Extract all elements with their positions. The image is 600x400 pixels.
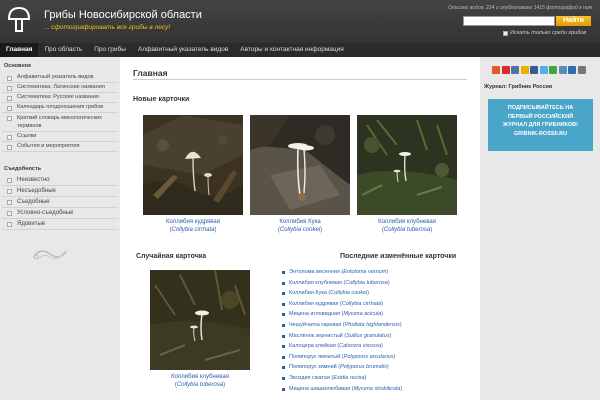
yandex-icon[interactable] — [501, 66, 510, 74]
search-only-mushrooms-checkbox[interactable] — [503, 30, 508, 36]
changed-cards-heading: Последние изменённые карточки — [340, 253, 457, 260]
sidebar-item-latin-taxonomy[interactable]: Систематика: Латинские названия — [2, 83, 118, 93]
list-item[interactable]: Мицена игловидная (Mycena acicula) — [280, 309, 475, 320]
bookmark-icon[interactable] — [568, 66, 576, 74]
mushroom-logo-icon[interactable] — [6, 5, 32, 35]
sidebar-item-edible[interactable]: Съедобные — [2, 197, 118, 208]
nav-authors-contacts[interactable]: Авторы и контактная информация — [234, 43, 350, 57]
nav-home[interactable]: Главная — [0, 43, 39, 57]
sidebar-main-list: Алфавитный указатель видов Систематика: … — [0, 73, 120, 152]
nav-species-index[interactable]: Алфавитный указатель видов — [132, 43, 234, 57]
card-latin[interactable]: Collybia cookei — [280, 227, 320, 233]
journal-promo-banner[interactable]: ПОДПИСЫВАЙТЕСЬ НА ПЕРВЫЙ РОССИЙСКИЙ ЖУРН… — [488, 99, 593, 151]
list-item[interactable]: Калоцера клейкая (Calocera viscosa) — [280, 341, 475, 352]
mushroom-photo-collybia-cirrhata[interactable] — [143, 115, 243, 215]
moi-mir-icon[interactable] — [558, 66, 567, 74]
card-latin[interactable]: Collybia tuberosa — [177, 382, 223, 388]
mushroom-photo-random[interactable] — [150, 270, 250, 370]
sidebar-item-inedible[interactable]: Несъедобные — [2, 186, 118, 197]
card-name[interactable]: Коллибия клубневая — [357, 218, 457, 226]
card-latin[interactable]: Collybia tuberosa — [384, 227, 430, 233]
card-name[interactable]: Коллибия клубневая — [150, 373, 250, 381]
sidebar-item-links[interactable]: Ссылки — [2, 132, 118, 142]
social-share-icons — [492, 66, 586, 74]
twitter-icon[interactable] — [539, 66, 548, 74]
search-only-mushrooms-label: Искать только среди грибов — [510, 30, 587, 36]
nav-about-region[interactable]: Про область — [38, 43, 88, 57]
list-item[interactable]: Мицена шишколюбивая (Mycena strobilicola… — [280, 384, 475, 395]
site-header: Грибы Новосибирской области ... сфотогра… — [0, 0, 600, 43]
card-name[interactable]: Коллибия Кука — [250, 218, 350, 226]
sidebar-edibility-heading: Съедобность — [4, 166, 42, 172]
search-input[interactable] — [463, 16, 555, 26]
search-button[interactable]: Найти — [556, 16, 591, 26]
left-sidebar: Основное Алфавитный указатель видов Сист… — [0, 57, 120, 400]
list-item[interactable]: Коллибия Кука (Collybia cookei) — [280, 288, 475, 299]
random-card[interactable]: Коллибия клубневая (Collybia tuberosa) — [150, 270, 250, 389]
vk-icon[interactable] — [511, 66, 519, 74]
list-item[interactable]: Коллибия клубневая (Collybia tuberosa) — [280, 278, 475, 289]
new-card-2[interactable]: Коллибия Кука (Collybia cookei) — [250, 115, 350, 234]
right-sidebar: Журнал: Грибник России ПОДПИСЫВАЙТЕСЬ НА… — [480, 57, 600, 400]
new-card-3[interactable]: Коллибия клубневая (Collybia tuberosa) — [357, 115, 457, 234]
mail-icon[interactable] — [549, 66, 557, 74]
site-subtitle: ... сфотографировать все грибы в лесу! — [44, 24, 171, 31]
divider — [133, 79, 467, 80]
sidebar-item-conditionally-edible[interactable]: Условно-съедобные — [2, 208, 118, 219]
changed-cards-list: Энтолома весенняя (Entoloma vernum) Колл… — [280, 267, 475, 394]
sidebar-item-species-index[interactable]: Алфавитный указатель видов — [2, 73, 118, 83]
mushroom-photo-collybia-tuberosa[interactable] — [357, 115, 457, 215]
mushroom-photo-collybia-cookei[interactable] — [250, 115, 350, 215]
sidebar-item-events[interactable]: События и мероприятия — [2, 142, 118, 152]
main-content: Главная Новые карточки Коллибия кудрявая… — [120, 57, 480, 400]
nav-about-mushrooms[interactable]: Про грибы — [88, 43, 132, 57]
list-item[interactable]: Энтолома весенняя (Entoloma vernum) — [280, 267, 475, 278]
sidebar-main-heading: Основное — [4, 63, 32, 69]
search-only-mushrooms-option[interactable]: Искать только среди грибов — [503, 30, 586, 36]
list-item[interactable]: Полипорус зимний (Polyporus brumalis) — [280, 362, 475, 373]
site-title[interactable]: Грибы Новосибирской области — [44, 9, 202, 21]
journal-label: Журнал: Грибник России — [484, 84, 553, 90]
list-item[interactable]: Полипорус ямчатый (Polyporus arcularius) — [280, 352, 475, 363]
sidebar-item-unknown[interactable]: Неизвестно — [2, 175, 118, 186]
random-card-heading: Случайная карточка — [136, 253, 207, 260]
ornament-icon — [33, 250, 67, 260]
sidebar-item-poisonous[interactable]: Ядовитые — [2, 219, 118, 230]
card-latin[interactable]: Collybia cirrhata — [171, 227, 214, 233]
new-cards-heading: Новые карточки — [133, 96, 190, 103]
list-item[interactable]: Маслёнок зернистый (Suillus granulatus) — [280, 331, 475, 342]
sidebar-item-glossary[interactable]: Краткий словарь микологических терминов — [2, 113, 118, 132]
main-nav: Главная Про область Про грибы Алфавитный… — [0, 43, 600, 57]
sidebar-edibility-list: Неизвестно Несъедобные Съедобные Условно… — [0, 175, 120, 230]
livejournal-icon[interactable] — [492, 66, 500, 74]
list-item[interactable]: Коллибия кудрявая (Collybia cirrhata) — [280, 299, 475, 310]
facebook-icon[interactable] — [530, 66, 538, 74]
page-title: Главная — [133, 68, 168, 78]
list-item[interactable]: Эксидия сжатая (Exidia recisa) — [280, 373, 475, 384]
new-card-1[interactable]: Коллибия кудрявая (Collybia cirrhata) — [143, 115, 243, 234]
list-item[interactable]: Чешуйчатка гаревая (Pholiota highlandens… — [280, 320, 475, 331]
card-name[interactable]: Коллибия кудрявая — [143, 218, 243, 226]
sidebar-item-russian-taxonomy[interactable]: Систематика: Русские названия — [2, 93, 118, 103]
site-stats: Описано видов: 224 и опубликовано 1415 ф… — [448, 5, 592, 11]
odnoklassniki-icon[interactable] — [520, 66, 529, 74]
print-icon[interactable] — [577, 66, 586, 74]
sidebar-item-calendar[interactable]: Календарь плодоношения грибов — [2, 103, 118, 113]
